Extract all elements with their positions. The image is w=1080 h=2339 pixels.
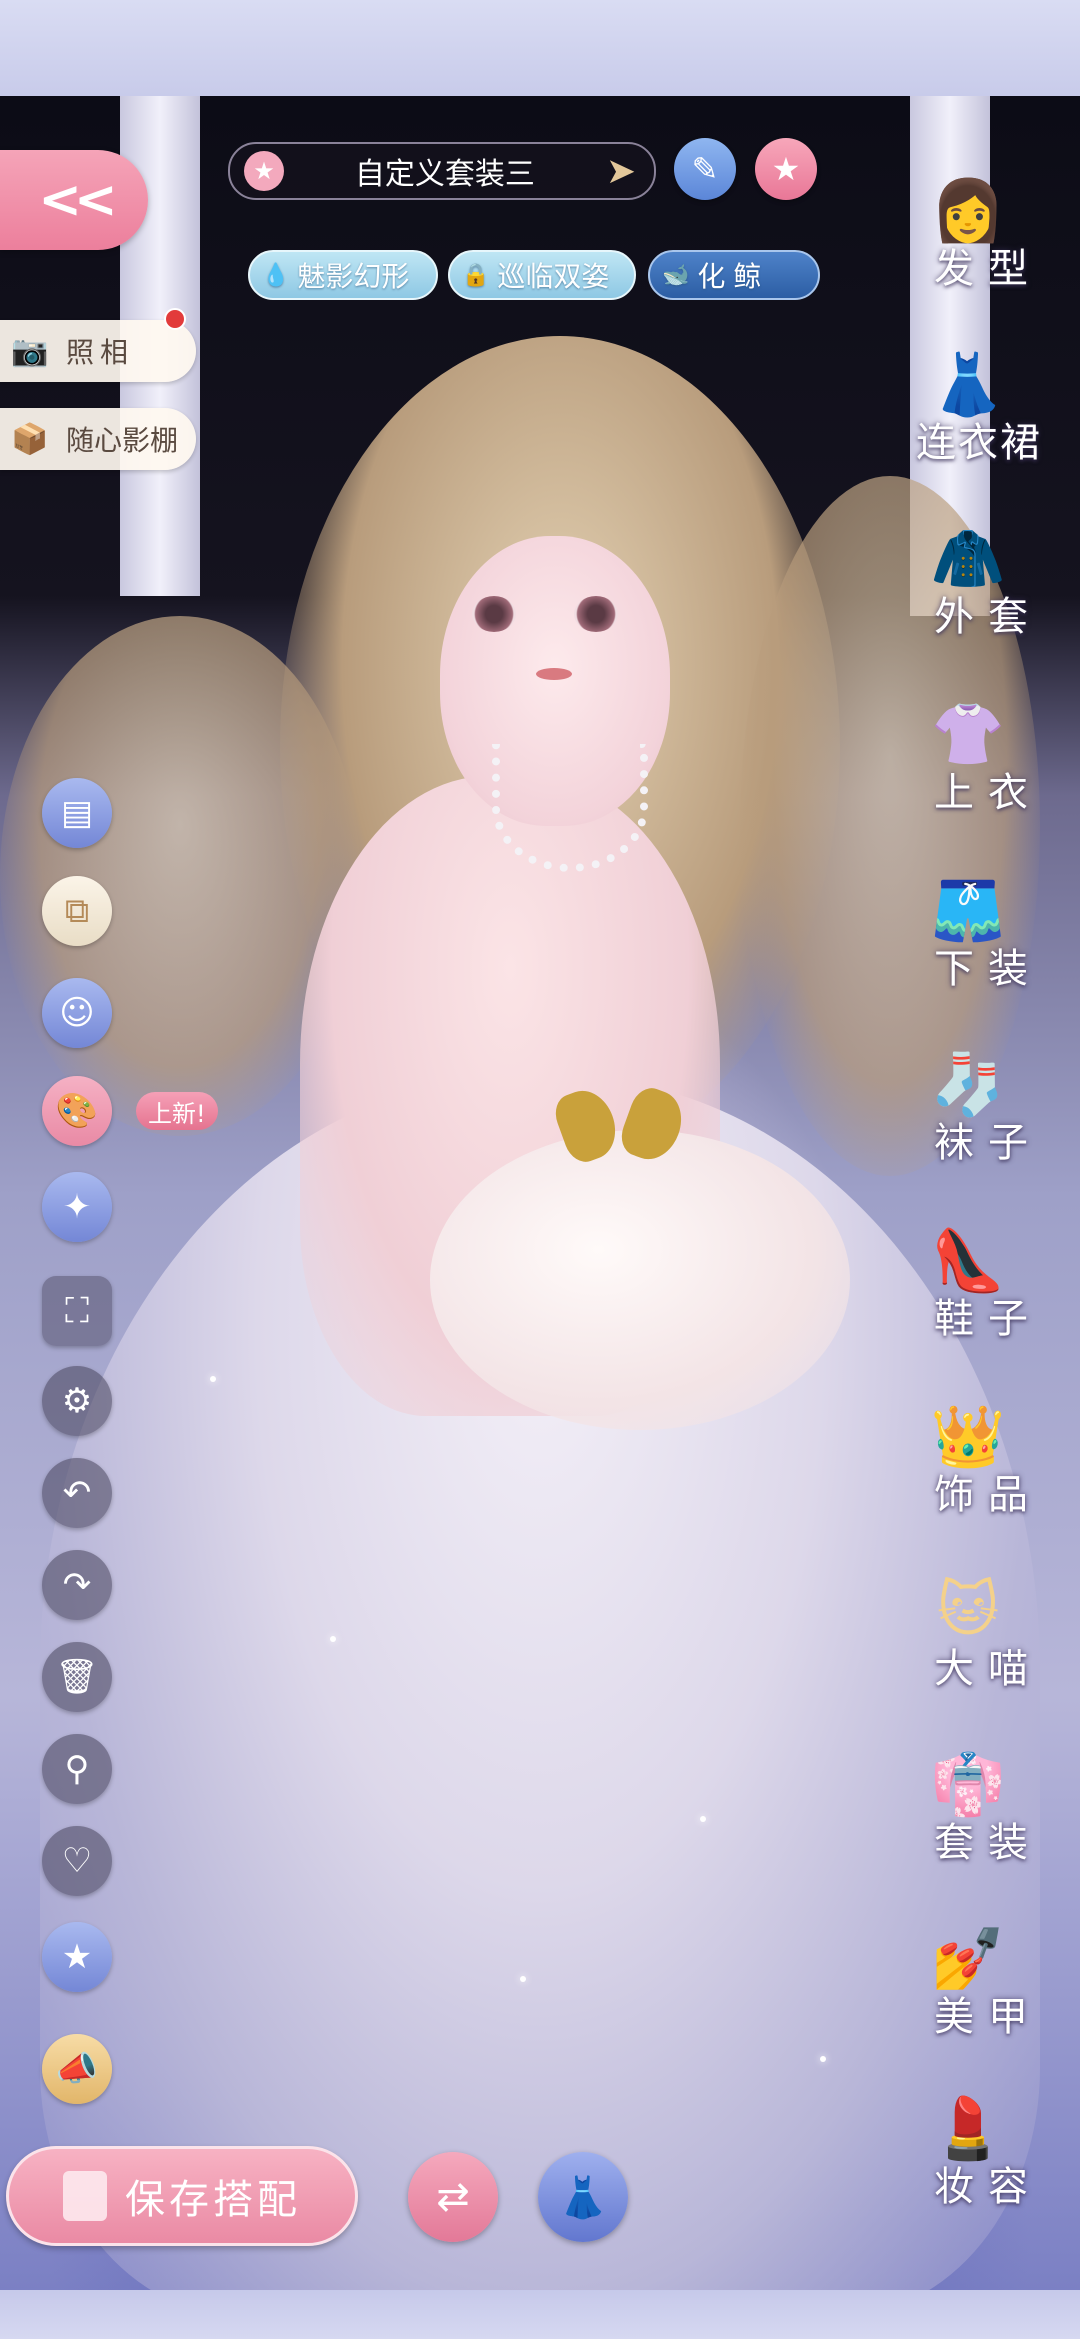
delete-button[interactable]: 🗑 (42, 1642, 112, 1712)
camera-icon: 📷 (11, 333, 49, 369)
studio-label: 随心影棚 (66, 424, 179, 457)
category-dress[interactable]: 👗 连衣裙 (880, 336, 1080, 506)
favorites-button[interactable]: ♡ (42, 1826, 112, 1896)
card-tool-button[interactable]: ▤ (42, 778, 112, 848)
category-label: 大喵 (934, 1646, 1042, 1692)
category-label: 袜子 (934, 1120, 1042, 1166)
left-eye (472, 596, 516, 632)
card-icon: ▤ (60, 793, 94, 833)
category-nails[interactable]: 💅 美甲 (880, 1910, 1080, 2080)
star-badge-icon: ★ (61, 1937, 93, 1977)
person-list-icon: ☺ (59, 993, 95, 1033)
pencil-icon: ✎ (691, 150, 719, 188)
swap-icon: ⇄ (436, 2174, 470, 2220)
whale-icon: 🐋 (662, 262, 690, 288)
category-cat[interactable]: 🐱 大喵 (880, 1562, 1080, 1732)
heart-icon: ♡ (61, 1841, 93, 1881)
chip-label: 巡临双姿 (497, 260, 610, 293)
sparkle (330, 1636, 336, 1642)
sparkle (700, 1816, 706, 1822)
category-label: 上衣 (934, 770, 1042, 816)
category-label: 连衣裙 (916, 420, 1042, 466)
category-makeup[interactable]: 💄 妆容 (880, 2080, 1080, 2250)
announcement-button[interactable]: 📣 (42, 2034, 112, 2104)
category-socks[interactable]: 🧦 袜子 (880, 1036, 1080, 1206)
search-icon: ⚲ (64, 1749, 90, 1789)
effects-tool-button[interactable]: ✦ (42, 1172, 112, 1242)
chip-label: 化鲸 (697, 260, 770, 293)
drop-icon: 💧 (262, 262, 290, 288)
favorite-button[interactable]: ★ (755, 138, 817, 200)
category-outfit-set[interactable]: 👘 套装 (880, 1736, 1080, 1906)
chip-whale[interactable]: 🐋 化鲸 (648, 250, 820, 300)
box-icon: 📦 (11, 421, 49, 457)
outfit-selector[interactable]: ★ 自定义套装三 ➤ (228, 142, 656, 200)
chip-label: 魅影幻形 (297, 260, 410, 293)
chip-phantom-shape[interactable]: 💧 魅影幻形 (248, 250, 438, 300)
category-label: 套装 (934, 1820, 1042, 1866)
megaphone-icon: 📣 (55, 2049, 99, 2089)
photo-label: 照相 (66, 336, 135, 369)
double-chevron-left-icon: << (38, 170, 117, 230)
save-outfit-icon (63, 2171, 107, 2221)
chip-dual-pose[interactable]: 🔒 巡临双姿 (448, 250, 636, 300)
dress-scan-button[interactable]: 👗 (538, 2152, 628, 2242)
notification-dot (164, 308, 186, 330)
copy-icon: ⧉ (64, 891, 90, 931)
redo-icon: ↷ (62, 1565, 92, 1605)
category-accessories[interactable]: 👑 饰品 (880, 1388, 1080, 1558)
palette-tool-button[interactable]: 🎨 (42, 1076, 112, 1146)
category-label: 美甲 (934, 1994, 1042, 2040)
star-icon: ★ (244, 151, 284, 191)
sparkle (820, 2056, 826, 2062)
category-label: 鞋子 (934, 1296, 1042, 1342)
outfit-name: 自定义套装三 (354, 157, 535, 192)
star-collection-button[interactable]: ★ (42, 1922, 112, 1992)
photo-button[interactable]: 📷 照相 (0, 320, 196, 382)
undo-icon: ↶ (62, 1473, 92, 1513)
category-label: 外套 (934, 594, 1042, 640)
category-label: 下装 (934, 946, 1042, 992)
lock-icon: 🔒 (462, 262, 490, 288)
dress-scan-icon: 👗 (558, 2174, 608, 2221)
person-tool-button[interactable]: ☺ (42, 978, 112, 1048)
pearl-necklace (492, 744, 648, 872)
chevron-right-icon[interactable]: ➤ (606, 151, 636, 192)
undo-button[interactable]: ↶ (42, 1458, 112, 1528)
sparkle (210, 1376, 216, 1382)
swap-button[interactable]: ⇄ (408, 2152, 498, 2242)
settings-icon: ⚙ (61, 1381, 93, 1421)
copy-tool-button[interactable]: ⧉ (42, 876, 112, 946)
category-label: 妆容 (934, 2164, 1042, 2210)
sparkle (520, 1976, 526, 1982)
trash-icon: 🗑 (55, 1657, 99, 1697)
redo-button[interactable]: ↷ (42, 1550, 112, 1620)
right-eye (574, 596, 618, 632)
back-button[interactable]: << (0, 150, 148, 250)
new-badge: 上新! (136, 1092, 218, 1130)
category-shoes[interactable]: 👠 鞋子 (880, 1212, 1080, 1382)
category-top[interactable]: 👚 上衣 (880, 686, 1080, 856)
category-label: 饰品 (934, 1472, 1042, 1518)
bottom-frame (0, 2290, 1080, 2339)
save-outfit-label: 保存搭配 (125, 2177, 301, 2223)
settings-button[interactable]: ⚙ (42, 1366, 112, 1436)
category-label: 发型 (934, 246, 1042, 292)
top-frame (0, 0, 1080, 96)
category-bottom[interactable]: 🩳 下装 (880, 862, 1080, 1032)
fullscreen-button[interactable]: ⛶ (42, 1276, 112, 1346)
save-outfit-button[interactable]: 保存搭配 (6, 2146, 358, 2246)
edit-outfit-button[interactable]: ✎ (674, 138, 736, 200)
star-icon: ★ (771, 150, 801, 188)
category-coat[interactable]: 🧥 外套 (880, 510, 1080, 680)
category-hairstyle[interactable]: 👩 发型 (880, 162, 1080, 332)
gold-bow (560, 1080, 680, 1180)
palette-icon: 🎨 (55, 1091, 99, 1131)
sparkle-star-icon: ✦ (62, 1187, 92, 1227)
search-button[interactable]: ⚲ (42, 1734, 112, 1804)
fullscreen-icon: ⛶ (65, 1291, 89, 1331)
studio-button[interactable]: 📦 随心影棚 (0, 408, 196, 470)
lips (536, 668, 572, 680)
